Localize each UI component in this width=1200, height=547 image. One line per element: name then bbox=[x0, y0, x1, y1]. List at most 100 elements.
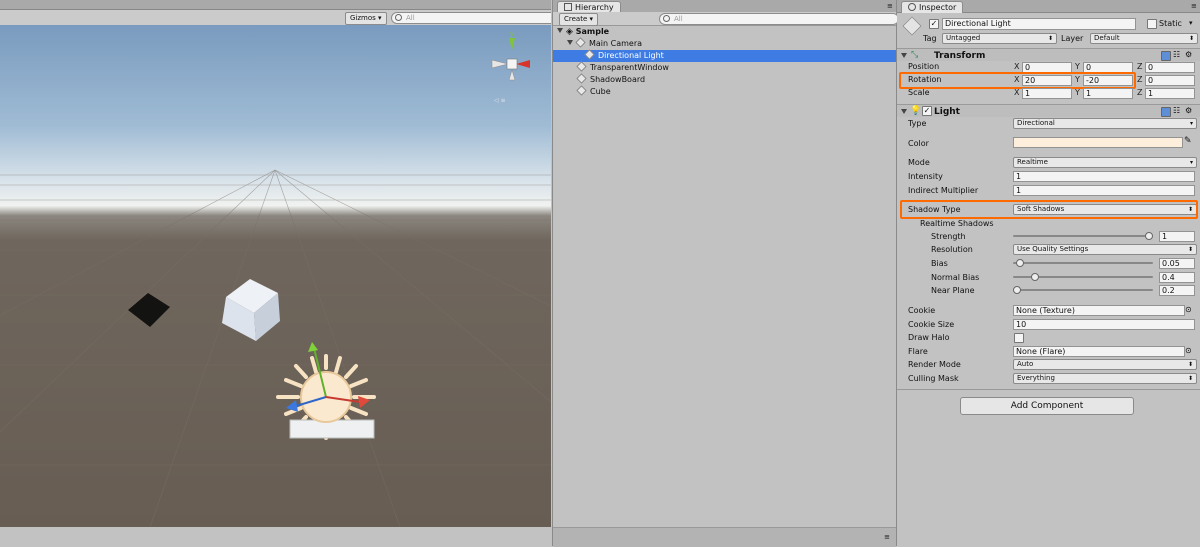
indirect-multiplier-field[interactable]: 1 bbox=[1013, 185, 1195, 196]
gear-icon[interactable]: ⚙ bbox=[1185, 50, 1192, 59]
light-bulb-icon: 💡 bbox=[910, 106, 922, 116]
type-dropdown[interactable]: Directional ▾ bbox=[1013, 118, 1197, 129]
light-enabled-checkbox[interactable]: ✓ bbox=[922, 106, 932, 116]
gizmo-center-cube[interactable] bbox=[506, 58, 518, 70]
active-checkbox[interactable]: ✓ bbox=[929, 19, 939, 29]
cookie-label: Cookie bbox=[908, 306, 936, 315]
normal-bias-slider[interactable] bbox=[1013, 272, 1153, 282]
scene-viewport[interactable]: y ◁ ≡ bbox=[0, 25, 551, 527]
gizmo-neg-y-cone[interactable] bbox=[508, 69, 516, 81]
transform-section-header[interactable]: ⤡ Transform ☷ ⚙ bbox=[897, 48, 1200, 61]
cube-shadow bbox=[128, 293, 170, 327]
hierarchy-item-cube[interactable]: Cube bbox=[553, 85, 896, 98]
chevron-down-icon[interactable] bbox=[557, 28, 563, 33]
strength-slider[interactable] bbox=[1013, 231, 1153, 241]
resolution-label: Resolution bbox=[931, 245, 973, 254]
strength-field[interactable]: 1 bbox=[1159, 231, 1195, 242]
panel-menu-icon[interactable]: ≡ bbox=[884, 533, 890, 541]
static-checkbox[interactable] bbox=[1147, 19, 1157, 29]
near-plane-slider[interactable] bbox=[1013, 285, 1153, 295]
scale-y-field[interactable]: 1 bbox=[1083, 88, 1133, 99]
add-component-button[interactable]: Add Component bbox=[960, 397, 1134, 415]
resolution-value: Use Quality Settings bbox=[1017, 245, 1089, 253]
fold-chevron-down-icon[interactable] bbox=[901, 108, 910, 117]
render-mode-value: Auto bbox=[1017, 360, 1034, 368]
chevron-down-icon: ▾ bbox=[589, 15, 594, 23]
object-picker-icon[interactable]: ⊙ bbox=[1185, 305, 1192, 314]
hierarchy-toolbar: Create ▾ All bbox=[553, 12, 899, 26]
preset-icon[interactable]: ☷ bbox=[1173, 50, 1180, 59]
tab-inspector[interactable]: Inspector bbox=[901, 1, 964, 13]
layer-dropdown[interactable]: Default ⬍ bbox=[1090, 33, 1198, 44]
color-swatch[interactable] bbox=[1013, 137, 1183, 148]
slider-track bbox=[1013, 289, 1153, 291]
gizmos-dropdown[interactable]: Gizmos ▾ bbox=[345, 12, 387, 25]
tag-dropdown[interactable]: Untagged ⬍ bbox=[942, 33, 1057, 44]
panel-menu-icon[interactable]: ≡ bbox=[1191, 2, 1197, 10]
scene-search-placeholder: All bbox=[406, 14, 415, 22]
position-y-value: 0 bbox=[1086, 63, 1092, 72]
dropdown-arrow-icon: ⬍ bbox=[1187, 246, 1193, 253]
position-z-field[interactable]: 0 bbox=[1145, 62, 1195, 73]
bias-slider[interactable] bbox=[1013, 258, 1153, 268]
slider-knob[interactable] bbox=[1013, 286, 1021, 294]
hierarchy-item-transparent-window[interactable]: TransparentWindow bbox=[553, 61, 896, 74]
scene-view-panel[interactable]: Gizmos ▾ All y ◁ ≡ bbox=[0, 0, 551, 546]
scale-y-value: 1 bbox=[1086, 89, 1092, 98]
directional-light-gizmo[interactable] bbox=[268, 320, 388, 445]
gizmo-y-cone[interactable] bbox=[509, 38, 515, 50]
gizmo-neg-x-cone[interactable] bbox=[491, 59, 509, 69]
position-label: Position bbox=[908, 62, 940, 71]
flare-object-field[interactable]: None (Flare) bbox=[1013, 346, 1185, 357]
scene-bottom-bar bbox=[0, 527, 551, 546]
normal-bias-field[interactable]: 0.4 bbox=[1159, 272, 1195, 283]
cookie-size-field[interactable]: 10 bbox=[1013, 319, 1195, 330]
near-plane-field[interactable]: 0.2 bbox=[1159, 285, 1195, 296]
help-icon[interactable] bbox=[1161, 51, 1171, 61]
chevron-down-icon[interactable]: ▾ bbox=[1189, 19, 1193, 27]
panel-menu-icon[interactable]: ≡ bbox=[887, 2, 893, 10]
section-divider bbox=[897, 389, 1200, 390]
slider-knob[interactable] bbox=[1016, 259, 1024, 267]
intensity-field[interactable]: 1 bbox=[1013, 171, 1195, 182]
create-dropdown[interactable]: Create ▾ bbox=[559, 13, 599, 26]
draw-halo-checkbox[interactable] bbox=[1014, 333, 1024, 343]
bias-field[interactable]: 0.05 bbox=[1159, 258, 1195, 269]
object-name-field[interactable]: Directional Light bbox=[942, 18, 1136, 30]
cookie-object-field[interactable]: None (Texture) bbox=[1013, 305, 1185, 316]
transform-title: Transform bbox=[934, 51, 986, 61]
gear-icon[interactable]: ⚙ bbox=[1185, 106, 1192, 115]
tag-value: Untagged bbox=[946, 34, 981, 42]
mode-dropdown[interactable]: Realtime ▾ bbox=[1013, 157, 1197, 168]
resolution-dropdown[interactable]: Use Quality Settings ⬍ bbox=[1013, 244, 1197, 255]
light-section-header[interactable]: 💡 ✓ Light ☷ ⚙ bbox=[897, 104, 1200, 117]
eyedropper-icon[interactable]: ✎ bbox=[1184, 136, 1192, 146]
help-icon[interactable] bbox=[1161, 107, 1171, 117]
fold-chevron-down-icon[interactable] bbox=[901, 52, 910, 61]
rotation-z-field[interactable]: 0 bbox=[1145, 75, 1195, 86]
axis-z-label: Z bbox=[1137, 62, 1143, 71]
culling-mask-dropdown[interactable]: Everything ⬍ bbox=[1013, 373, 1197, 384]
orientation-gizmo[interactable]: y ◁ ≡ bbox=[486, 30, 536, 110]
scale-z-field[interactable]: 1 bbox=[1145, 88, 1195, 99]
dropdown-arrow-icon: ⬍ bbox=[1187, 375, 1193, 382]
slider-knob[interactable] bbox=[1145, 232, 1153, 240]
slider-knob[interactable] bbox=[1031, 273, 1039, 281]
hierarchy-item-main-camera[interactable]: Main Camera bbox=[553, 37, 896, 50]
cookie-size-label: Cookie Size bbox=[908, 320, 955, 329]
preset-icon[interactable]: ☷ bbox=[1173, 106, 1180, 115]
chevron-down-icon[interactable] bbox=[567, 40, 573, 45]
gizmo-x-cone[interactable] bbox=[516, 60, 530, 68]
hierarchy-item-shadow-board[interactable]: ShadowBoard bbox=[553, 73, 896, 86]
hierarchy-search-input[interactable]: All bbox=[659, 13, 899, 25]
hierarchy-item-directional-light[interactable]: Directional Light bbox=[553, 49, 896, 62]
axis-z-label: Z bbox=[1137, 75, 1143, 84]
scene-search-input[interactable]: All bbox=[391, 12, 551, 24]
object-name-value: Directional Light bbox=[945, 19, 1011, 28]
scene-root-row[interactable]: ◈ Sample bbox=[553, 26, 896, 38]
strength-label: Strength bbox=[931, 232, 966, 241]
tag-label: Tag bbox=[923, 34, 937, 43]
object-picker-icon[interactable]: ⊙ bbox=[1185, 346, 1192, 355]
scale-x-field[interactable]: 1 bbox=[1022, 88, 1072, 99]
render-mode-dropdown[interactable]: Auto ⬍ bbox=[1013, 359, 1197, 370]
